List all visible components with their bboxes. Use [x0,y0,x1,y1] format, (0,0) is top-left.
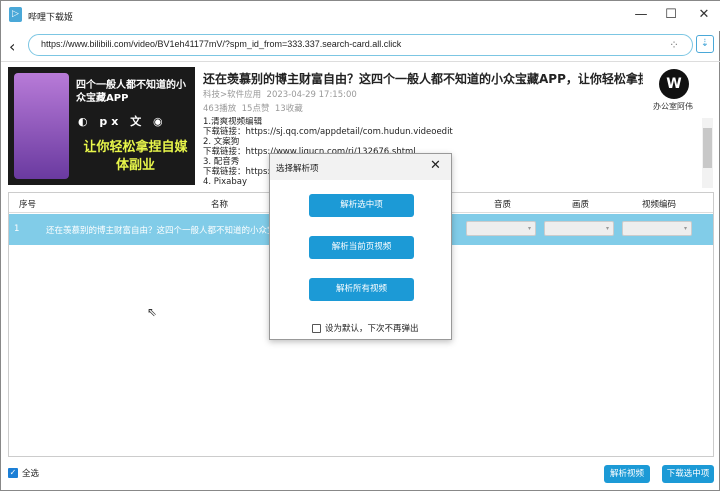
thumbnail-app-icons: ◐ px 文 ◉ [78,115,167,128]
desc-line: 下载链接：https://sj.qq.com/appdetail/com.hud… [203,127,453,137]
header-audio: 音质 [494,200,512,210]
checkbox-box[interactable] [312,323,321,333]
parse-all-button[interactable]: 解析所有视频 [309,278,414,301]
close-button[interactable]: ✕ [689,5,719,25]
video-stats: 463播放 15点赞 13收藏 [203,102,303,114]
audio-quality-select[interactable]: ▾ [466,221,536,236]
thumbnail-text: 四个一般人都不知道的小众宝藏APP [76,80,186,104]
thumbnail-character-image [14,73,69,179]
desc-line: 1.清爽视频编辑 [203,117,263,127]
header-name: 名称 [211,200,229,210]
app-logo-icon: ▷ [9,7,22,22]
mouse-cursor-icon: ⇖ [147,305,158,319]
dialog-close-icon[interactable]: ✕ [430,158,441,173]
back-button[interactable]: ‹ [9,37,15,56]
parse-current-page-button[interactable]: 解析当前页视频 [309,236,414,259]
author-name[interactable]: 办公室阿伟 [653,101,693,112]
parse-selected-button[interactable]: 解析选中项 [309,194,414,217]
parse-options-dialog: 选择解析项 ✕ 解析选中项 解析当前页视频 解析所有视频 设为默认，下次不再弹出 [269,153,452,340]
video-title: 还在羡慕别的博主财富自由？这四个一般人都不知道的小众宝藏APP，让你轻松拿捏自媒… [203,72,643,86]
divider [1,61,720,62]
url-input[interactable]: https://www.bilibili.com/video/BV1eh4117… [28,34,693,56]
category: 科技>软件应用 [203,90,262,100]
download-selected-button[interactable]: 下载选中项 [662,465,714,483]
loading-spinner-icon: ⁘ [669,38,680,52]
author-avatar[interactable]: W [659,69,689,99]
parse-video-button[interactable]: 解析视频 [604,465,650,483]
video-quality-select[interactable]: ▾ [544,221,614,236]
header-codec: 视频编码 [642,200,677,210]
favorites: 13收藏 [274,104,303,114]
row-name: 还在羡慕别的博主财富自由？这四个一般人都不知道的小众宝藏APP [46,226,271,236]
minimize-button[interactable]: — [626,5,656,25]
desc-line: 2. 文案狗 [203,137,240,147]
row-index: 1 [14,224,20,234]
select-all-checkbox[interactable]: ✓ 全选 [8,467,39,479]
select-all-label: 全选 [22,469,40,479]
header-video: 画质 [572,200,590,210]
codec-select[interactable]: ▾ [622,221,692,236]
title-bar: ▷ 哔哩下载姬 — ☐ ✕ [1,1,720,31]
default-checkbox[interactable]: 设为默认，下次不再弹出 [312,322,419,334]
dialog-header: 选择解析项 ✕ [270,154,451,180]
dialog-title: 选择解析项 [276,164,319,174]
description-scrollbar[interactable] [702,118,713,188]
download-folder-icon[interactable]: ⇣ [696,35,714,53]
publish-date: 2023-04-29 17:15:00 [266,90,357,100]
likes: 15点赞 [241,104,270,114]
plays: 463播放 [203,104,237,114]
check-icon[interactable]: ✓ [8,468,18,478]
checkbox-label: 设为默认，下次不再弹出 [325,324,419,334]
video-meta: 科技>软件应用 2023-04-29 17:15:00 [203,88,357,100]
window-title: 哔哩下载姬 [28,13,74,23]
thumbnail-subtext: 让你轻松拿捏自媒体副业 [83,140,188,173]
header-index: 序号 [19,200,37,210]
video-thumbnail: 四个一般人都不知道的小众宝藏APP ◐ px 文 ◉ 让你轻松拿捏自媒体副业 [8,67,195,185]
maximize-button[interactable]: ☐ [656,5,686,25]
